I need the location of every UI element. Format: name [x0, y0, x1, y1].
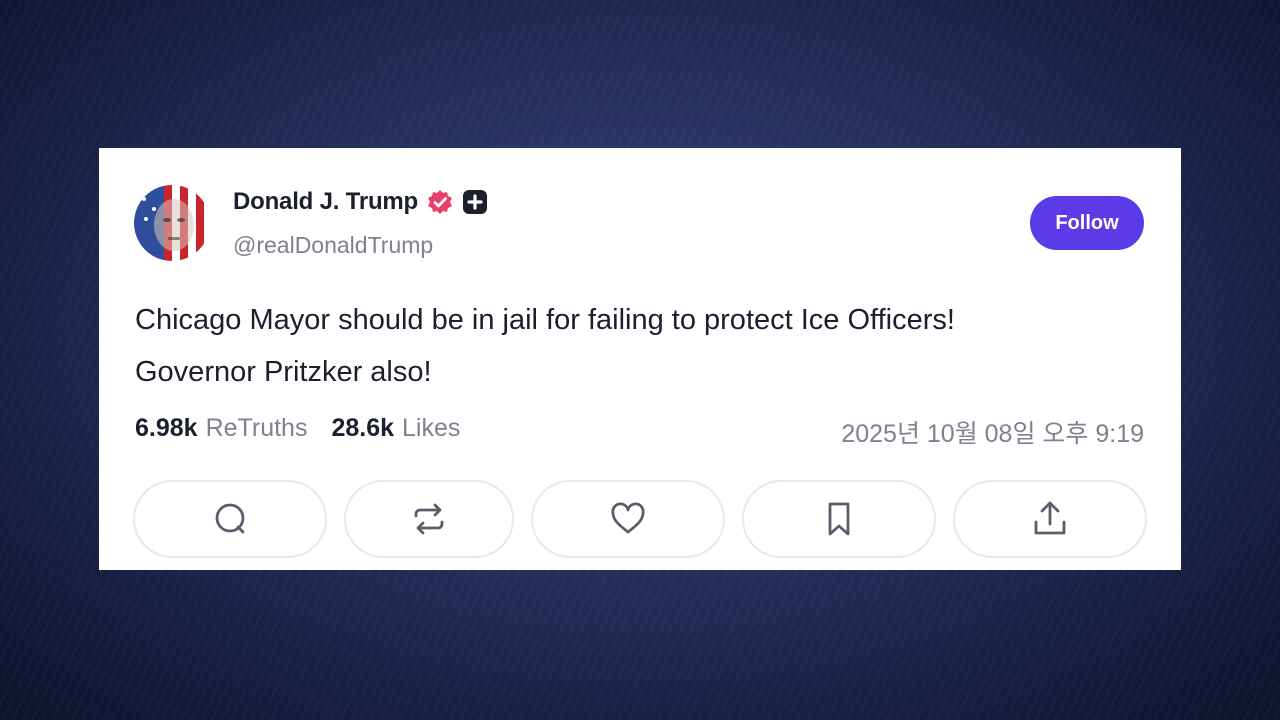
reply-button[interactable] [133, 480, 327, 558]
retruth-button[interactable] [344, 480, 514, 558]
post-text: Chicago Mayor should be in jail for fail… [135, 294, 1145, 398]
post-card: Donald J. Trump @realDonaldTrump Follow … [99, 148, 1181, 570]
likes-count[interactable]: 28.6k [331, 414, 394, 443]
retruth-icon [410, 500, 448, 538]
verified-badge-icon [426, 188, 454, 216]
author-display-name[interactable]: Donald J. Trump [233, 188, 418, 216]
bookmark-icon [820, 500, 858, 538]
retruths-count[interactable]: 6.98k [135, 414, 198, 443]
bookmark-button[interactable] [742, 480, 936, 558]
post-timestamp: 2025년 10월 08일 오후 9:19 [841, 420, 1144, 448]
share-button[interactable] [953, 480, 1147, 558]
avatar[interactable] [134, 185, 210, 261]
likes-label[interactable]: Likes [402, 414, 460, 443]
action-bar [133, 480, 1149, 558]
retruths-label[interactable]: ReTruths [206, 414, 308, 443]
like-button[interactable] [531, 480, 725, 558]
share-icon [1031, 500, 1069, 538]
plus-badge-icon [462, 189, 488, 215]
reply-icon [211, 500, 249, 538]
post-stats: 6.98k ReTruths 28.6k Likes [135, 414, 460, 443]
author-name-row: Donald J. Trump [233, 188, 488, 216]
post-text-line: Chicago Mayor should be in jail for fail… [135, 304, 955, 336]
post-text-line: Governor Pritzker also! [135, 356, 432, 388]
author-handle[interactable]: @realDonaldTrump [233, 232, 433, 259]
heart-icon [609, 500, 647, 538]
follow-button[interactable]: Follow [1030, 196, 1144, 250]
